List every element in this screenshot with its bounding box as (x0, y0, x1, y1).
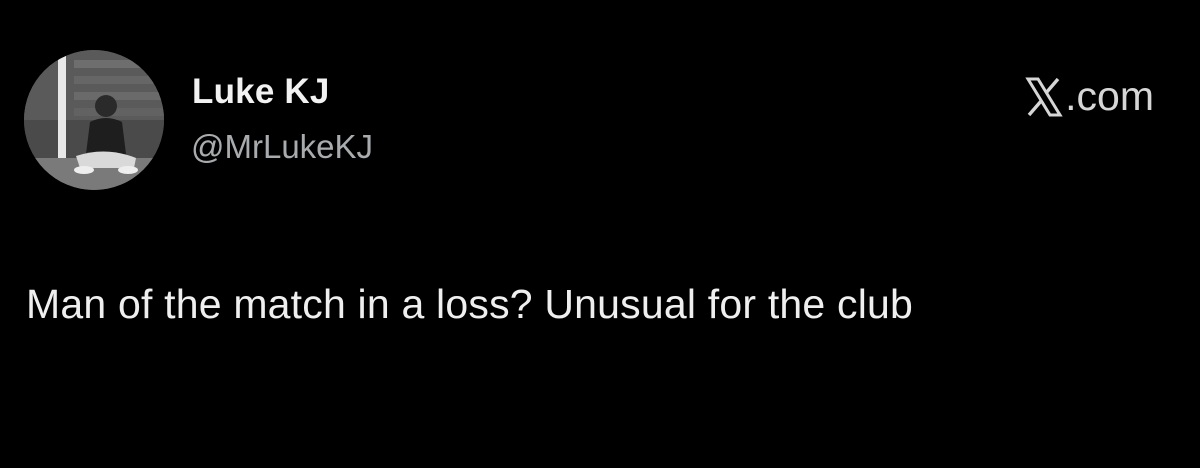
brand-label: .com (1065, 73, 1154, 119)
brand-watermark: .com (1025, 76, 1154, 117)
x-logo-icon (1025, 77, 1063, 117)
tweet-card: Luke KJ @MrLukeKJ .com Man of the match … (0, 0, 1200, 468)
avatar[interactable] (24, 50, 164, 190)
tweet-text: Man of the match in a loss? Unusual for … (26, 281, 914, 327)
avatar-photo (24, 50, 164, 190)
author-handle[interactable]: @MrLukeKJ (191, 128, 373, 166)
author-name[interactable]: Luke KJ (192, 72, 330, 112)
